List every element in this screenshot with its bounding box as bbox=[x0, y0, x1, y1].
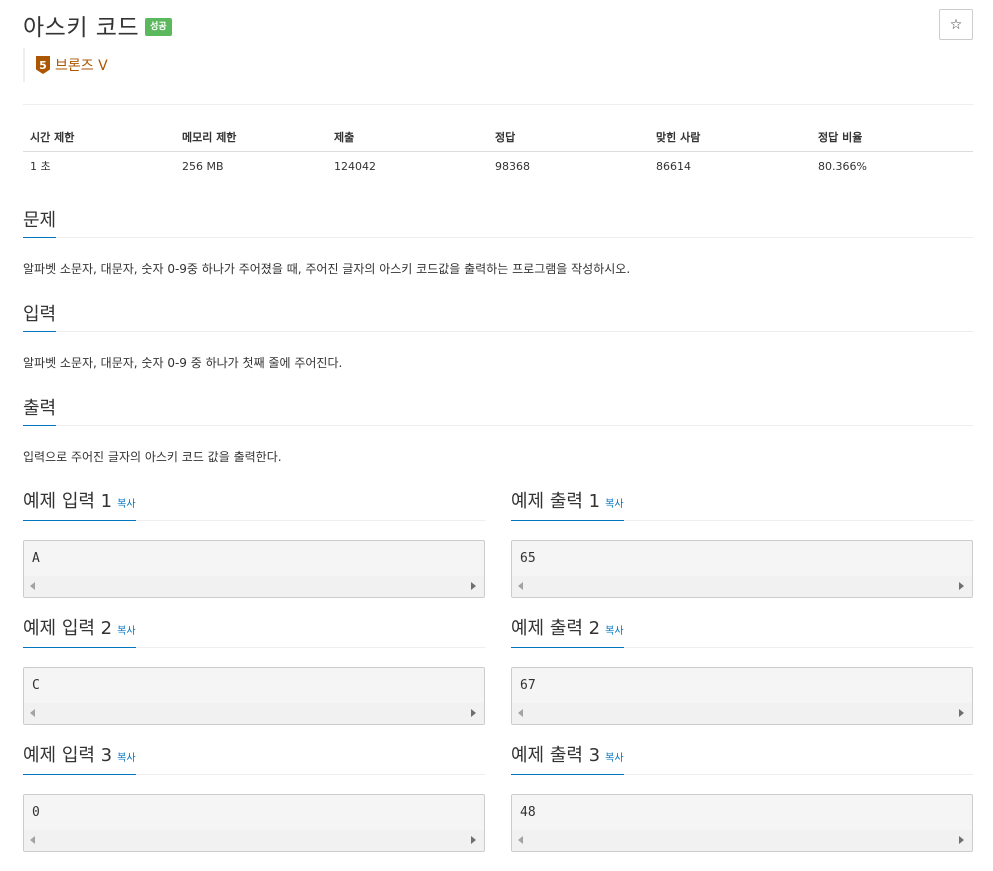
sample-input-1-title: 예제 입력 1 bbox=[23, 491, 113, 512]
info-value-row: 1 초 256 MB 124042 98368 86614 80.366% bbox=[23, 151, 973, 181]
page-title: 아스키 코드 bbox=[23, 15, 140, 41]
sample-output-1-box[interactable]: 65 bbox=[511, 540, 973, 598]
sample-input-1-text: A bbox=[32, 551, 40, 566]
section-title-problem: 문제 bbox=[23, 210, 57, 238]
section-header: 출력 bbox=[23, 396, 973, 426]
scroll-left-icon[interactable] bbox=[30, 836, 35, 844]
copy-sample-input-2-button[interactable]: 복사 bbox=[117, 626, 135, 637]
problem-info-table: 시간 제한 메모리 제한 제출 정답 맞힌 사람 정답 비율 1 초 256 M… bbox=[23, 123, 973, 181]
sample-header: 예제 출력 2 복사 bbox=[511, 618, 973, 648]
scroll-right-icon[interactable] bbox=[471, 836, 476, 844]
header-accepted: 정답 bbox=[488, 123, 649, 152]
horizontal-scrollbar[interactable] bbox=[24, 576, 484, 597]
sample-output-3-title: 예제 출력 3 bbox=[511, 745, 601, 766]
header-time-limit: 시간 제한 bbox=[23, 123, 175, 152]
problem-description-section: 문제 알파벳 소문자, 대문자, 숫자 0-9중 하나가 주어졌을 때, 주어진… bbox=[23, 208, 973, 278]
sample-header: 예제 출력 3 복사 bbox=[511, 745, 973, 775]
sample-header: 예제 입력 3 복사 bbox=[23, 745, 485, 775]
sample-title: 예제 출력 2 복사 bbox=[511, 618, 624, 648]
sample-output-3-text: 48 bbox=[520, 805, 536, 820]
sample-input-3-box[interactable]: 0 bbox=[23, 794, 485, 852]
sample-header: 예제 입력 2 복사 bbox=[23, 618, 485, 648]
value-memory-limit: 256 MB bbox=[182, 159, 224, 173]
copy-sample-input-3-button[interactable]: 복사 bbox=[117, 753, 135, 764]
sample-input-1-box[interactable]: A bbox=[23, 540, 485, 598]
sample-output-1-text: 65 bbox=[520, 551, 536, 566]
input-section: 입력 알파벳 소문자, 대문자, 숫자 0-9 중 하나가 첫째 줄에 주어진다… bbox=[23, 302, 973, 372]
status-badge: 성공 bbox=[145, 17, 172, 36]
sample-input-2-box[interactable]: C bbox=[23, 667, 485, 725]
header-accept-ratio: 정답 비율 bbox=[811, 123, 973, 152]
scroll-right-icon[interactable] bbox=[959, 582, 964, 590]
tier-label[interactable]: 브론즈 V bbox=[55, 55, 108, 75]
divider bbox=[23, 104, 973, 105]
sample-input-2-text: C bbox=[32, 678, 40, 693]
sample-title: 예제 입력 3 복사 bbox=[23, 745, 136, 775]
value-accepted[interactable]: 98368 bbox=[488, 151, 649, 181]
horizontal-scrollbar[interactable] bbox=[24, 703, 484, 724]
scroll-right-icon[interactable] bbox=[959, 709, 964, 717]
sample-output-1: 예제 출력 1 복사 65 bbox=[511, 491, 973, 598]
sample-header: 예제 출력 1 복사 bbox=[511, 491, 973, 521]
problem-description-text: 알파벳 소문자, 대문자, 숫자 0-9중 하나가 주어졌을 때, 주어진 글자… bbox=[23, 262, 631, 276]
sample-input-2-title: 예제 입력 2 bbox=[23, 618, 113, 639]
scroll-right-icon[interactable] bbox=[471, 709, 476, 717]
sample-header: 예제 입력 1 복사 bbox=[23, 491, 485, 521]
value-accept-ratio: 80.366% bbox=[818, 159, 867, 173]
output-description-text: 입력으로 주어진 글자의 아스키 코드 값을 출력한다. bbox=[23, 450, 282, 464]
horizontal-scrollbar[interactable] bbox=[512, 830, 972, 851]
copy-sample-output-1-button[interactable]: 복사 bbox=[605, 499, 623, 510]
scroll-left-icon[interactable] bbox=[518, 836, 523, 844]
scroll-right-icon[interactable] bbox=[471, 582, 476, 590]
value-submissions[interactable]: 124042 bbox=[327, 151, 488, 181]
scroll-right-icon[interactable] bbox=[959, 836, 964, 844]
sample-output-2-title: 예제 출력 2 bbox=[511, 618, 601, 639]
section-header: 입력 bbox=[23, 302, 973, 332]
tier-info: 5 브론즈 V bbox=[23, 48, 108, 82]
sample-output-2-text: 67 bbox=[520, 678, 536, 693]
copy-sample-output-2-button[interactable]: 복사 bbox=[605, 626, 623, 637]
copy-sample-output-3-button[interactable]: 복사 bbox=[605, 753, 623, 764]
value-time-limit: 1 초 bbox=[30, 160, 51, 174]
output-section: 출력 입력으로 주어진 글자의 아스키 코드 값을 출력한다. bbox=[23, 396, 973, 466]
sample-title: 예제 입력 1 복사 bbox=[23, 491, 136, 521]
sample-input-3-title: 예제 입력 3 bbox=[23, 745, 113, 766]
sample-title: 예제 출력 3 복사 bbox=[511, 745, 624, 775]
horizontal-scrollbar[interactable] bbox=[24, 830, 484, 851]
star-icon: ☆ bbox=[949, 16, 963, 33]
input-description-text: 알파벳 소문자, 대문자, 숫자 0-9 중 하나가 첫째 줄에 주어진다. bbox=[23, 356, 343, 370]
sample-input-3: 예제 입력 3 복사 0 bbox=[23, 745, 485, 852]
sample-title: 예제 출력 1 복사 bbox=[511, 491, 624, 521]
copy-sample-input-1-button[interactable]: 복사 bbox=[117, 499, 135, 510]
sample-output-2: 예제 출력 2 복사 67 bbox=[511, 618, 973, 725]
sample-input-3-text: 0 bbox=[32, 805, 40, 820]
horizontal-scrollbar[interactable] bbox=[512, 576, 972, 597]
header-submissions: 제출 bbox=[327, 123, 488, 152]
sample-output-3-box[interactable]: 48 bbox=[511, 794, 973, 852]
scroll-left-icon[interactable] bbox=[30, 709, 35, 717]
scroll-left-icon[interactable] bbox=[518, 582, 523, 590]
section-title-input: 입력 bbox=[23, 304, 57, 332]
info-header-row: 시간 제한 메모리 제한 제출 정답 맞힌 사람 정답 비율 bbox=[23, 123, 973, 152]
sample-output-1-title: 예제 출력 1 bbox=[511, 491, 601, 512]
section-header: 문제 bbox=[23, 208, 973, 238]
bronze-tier-icon: 5 bbox=[36, 56, 50, 74]
section-title-output: 출력 bbox=[23, 398, 57, 426]
sample-output-3: 예제 출력 3 복사 48 bbox=[511, 745, 973, 852]
sample-title: 예제 입력 2 복사 bbox=[23, 618, 136, 648]
header-memory-limit: 메모리 제한 bbox=[175, 123, 327, 152]
sample-input-1: 예제 입력 1 복사 A bbox=[23, 491, 485, 598]
sample-output-2-box[interactable]: 67 bbox=[511, 667, 973, 725]
header-solved-users: 맞힌 사람 bbox=[649, 123, 811, 152]
scroll-left-icon[interactable] bbox=[518, 709, 523, 717]
problem-header: 아스키 코드 성공 bbox=[23, 9, 172, 41]
value-solved-users[interactable]: 86614 bbox=[649, 151, 811, 181]
sample-input-2: 예제 입력 2 복사 C bbox=[23, 618, 485, 725]
scroll-left-icon[interactable] bbox=[30, 582, 35, 590]
favorite-button[interactable]: ☆ bbox=[939, 9, 973, 40]
horizontal-scrollbar[interactable] bbox=[512, 703, 972, 724]
